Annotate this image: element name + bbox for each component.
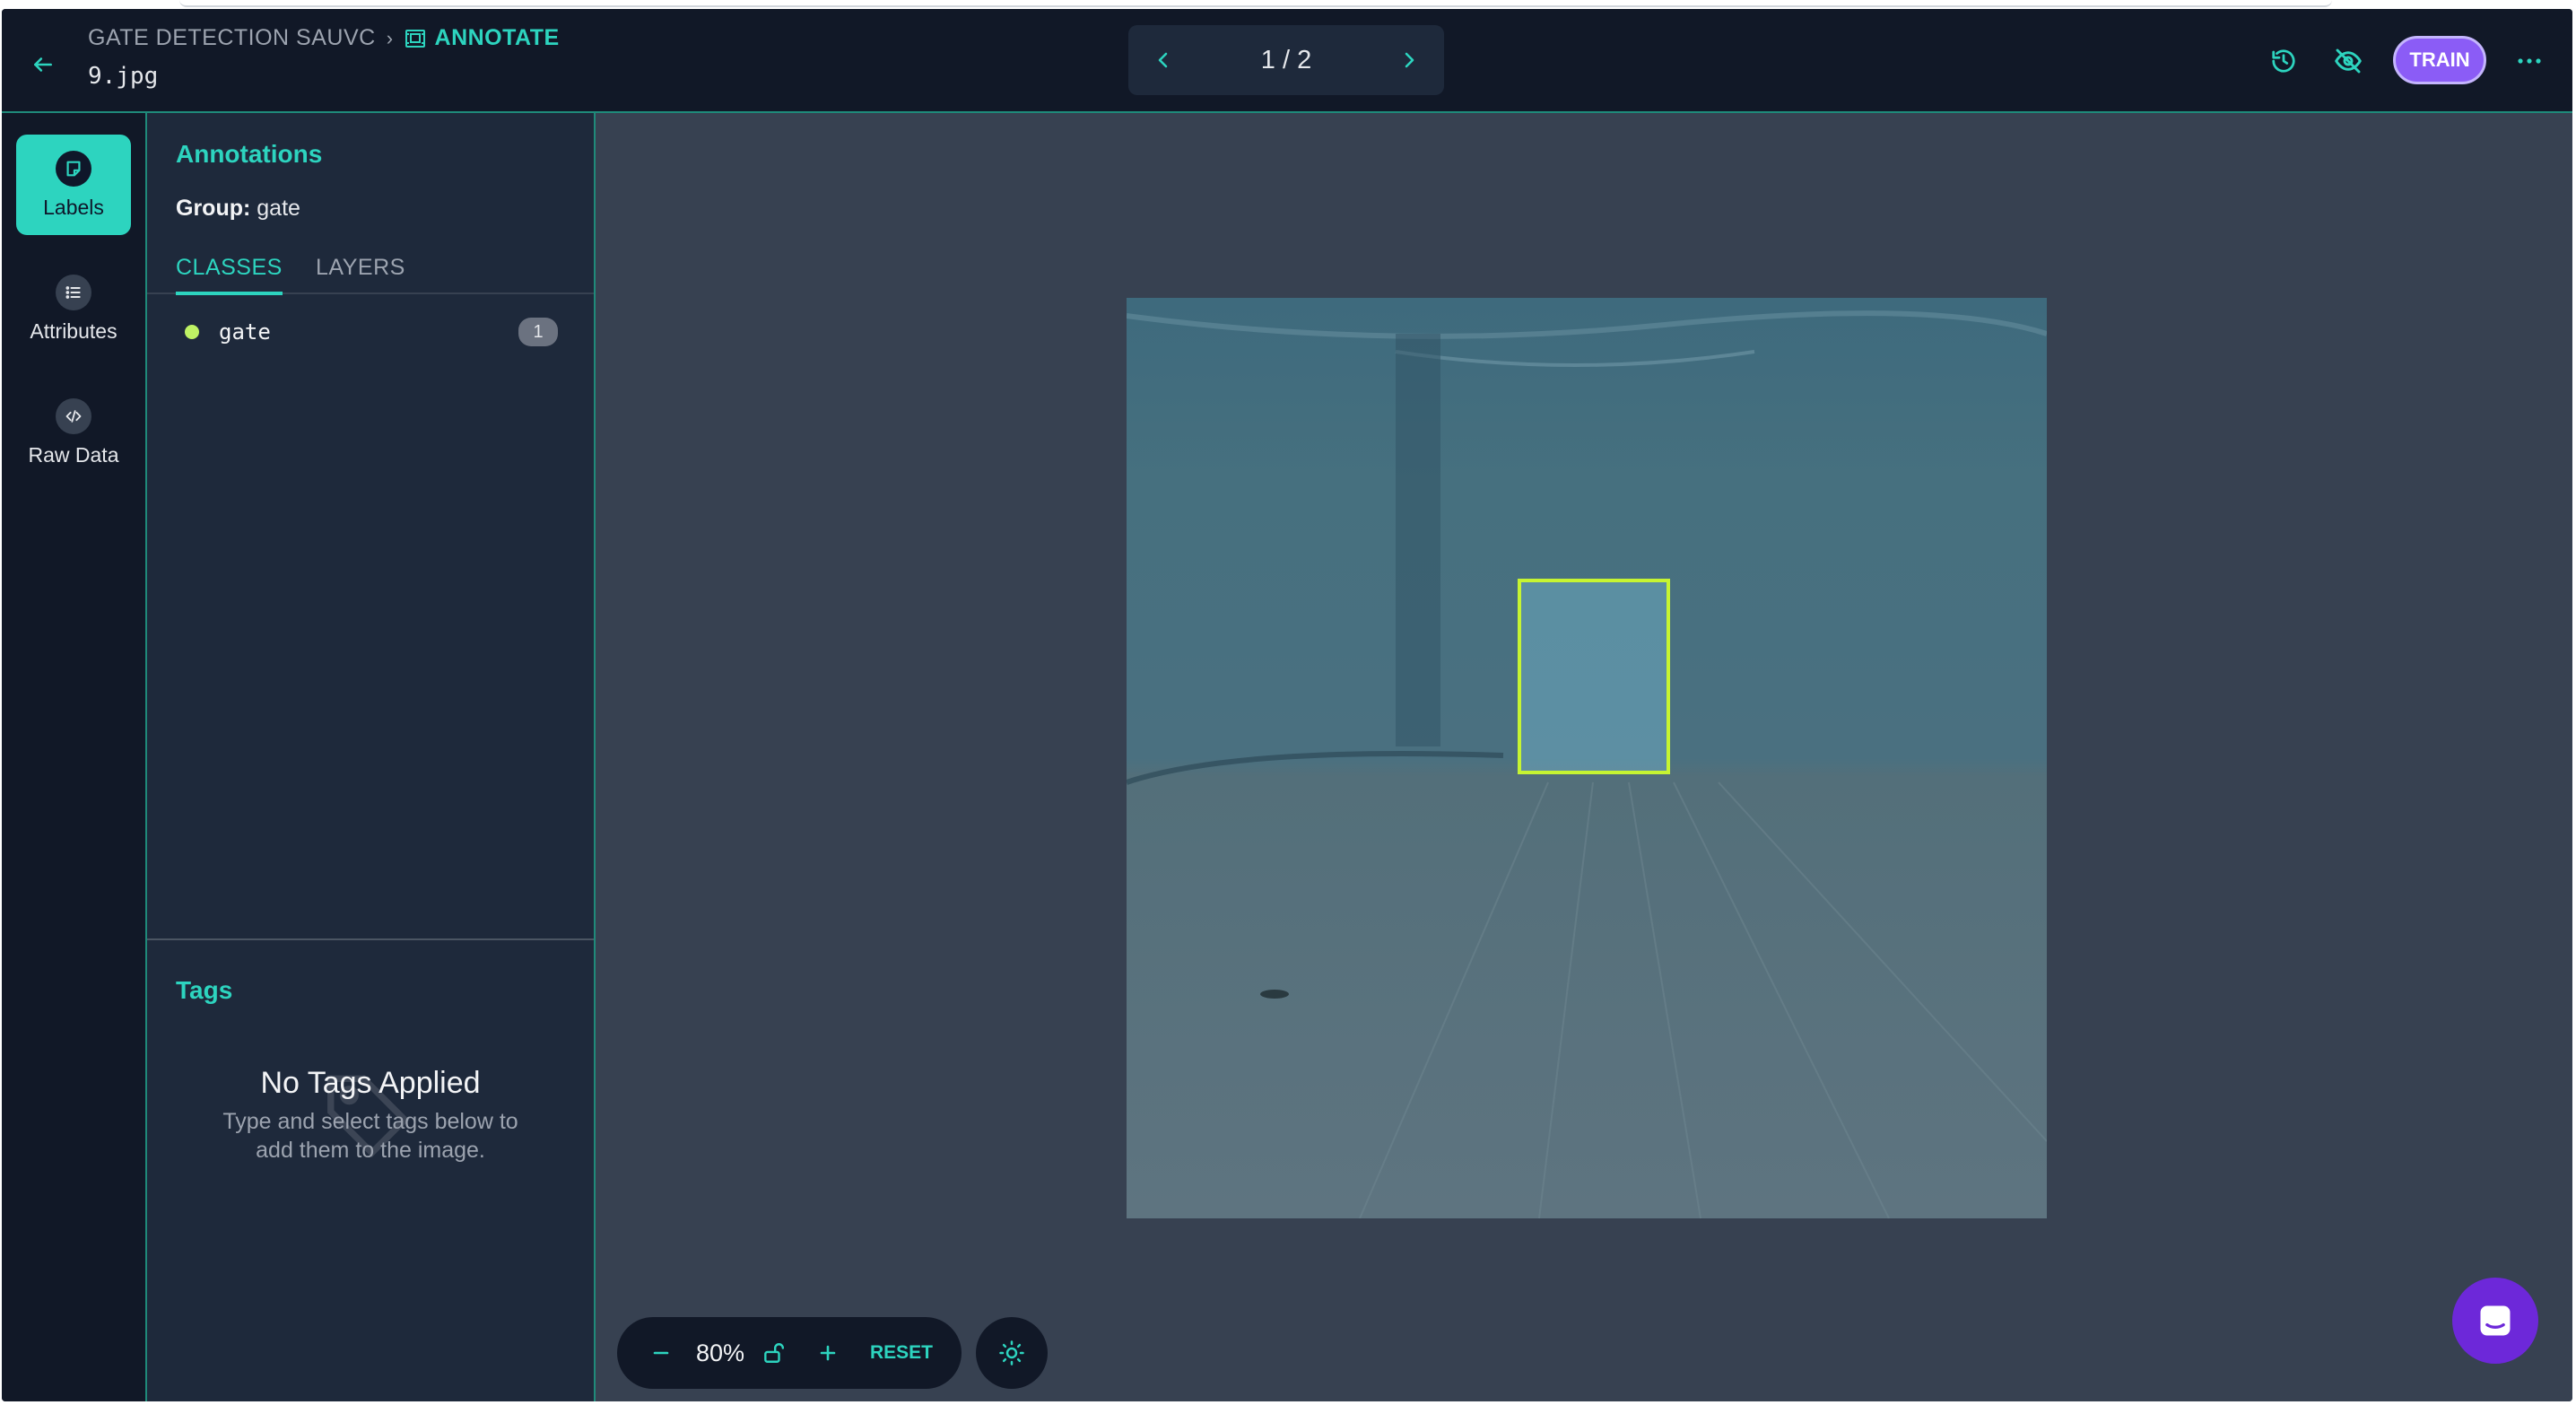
tags-section: Tags No Tags Applied Type and select tag… — [147, 938, 594, 1401]
lock-zoom-button[interactable] — [755, 1341, 791, 1365]
panel-title: Annotations — [176, 140, 323, 168]
reset-zoom-button[interactable]: RESET — [870, 1342, 933, 1364]
code-icon — [56, 397, 91, 434]
brightness-button[interactable] — [976, 1317, 1048, 1389]
eye-off-icon — [2335, 48, 2362, 74]
history-icon — [2272, 49, 2295, 73]
plus-icon — [820, 1345, 836, 1361]
breadcrumb-current: ANNOTATE — [405, 25, 560, 51]
chat-support-button[interactable] — [2452, 1278, 2538, 1364]
tab-classes[interactable]: CLASSES — [176, 255, 283, 295]
chat-icon — [2480, 1305, 2511, 1336]
rail-item-attributes[interactable]: Attributes — [16, 258, 131, 359]
zoom-toolbar: 80% RESET — [617, 1317, 962, 1389]
breadcrumb-current-label: ANNOTATE — [434, 25, 560, 50]
image-pager: 1 / 2 — [1128, 25, 1444, 95]
prev-image-button[interactable] — [1128, 25, 1198, 95]
sun-icon — [999, 1340, 1024, 1366]
breadcrumb: GATE DETECTION SAUVC › ANNOTATE — [88, 25, 560, 51]
sidebar-rail: Labels Attributes Raw Data — [2, 113, 147, 1401]
browser-top-edge — [179, 0, 2332, 7]
group-label: Group: — [176, 196, 251, 221]
panel-tabs: CLASSES LAYERS — [147, 248, 594, 295]
minus-icon — [653, 1351, 669, 1355]
annotated-image[interactable] — [1127, 298, 2047, 1218]
annotation-app: GATE DETECTION SAUVC › ANNOTATE 9.jpg 1 … — [2, 9, 2572, 1401]
tab-layers[interactable]: LAYERS — [316, 255, 405, 292]
list-icon — [56, 274, 91, 310]
top-header: GATE DETECTION SAUVC › ANNOTATE 9.jpg 1 … — [2, 9, 2572, 113]
history-button[interactable] — [2264, 41, 2303, 81]
rail-item-label: Labels — [43, 195, 104, 219]
annotations-panel: Annotations Group: gate CLASSES LAYERS g… — [147, 113, 596, 1401]
class-count-badge: 1 — [518, 318, 558, 346]
class-color-dot — [185, 325, 199, 339]
unlock-icon — [764, 1343, 785, 1363]
file-name: 9.jpg — [88, 63, 159, 90]
no-tags-description: Type and select tags below to add them t… — [222, 1109, 518, 1163]
more-options-button[interactable] — [2510, 41, 2549, 81]
rail-item-labels[interactable]: Labels — [16, 135, 131, 235]
rail-item-label: Attributes — [30, 319, 117, 343]
no-tags-title: No Tags Applied — [260, 1066, 481, 1100]
zoom-in-button[interactable] — [804, 1344, 852, 1362]
group-value: gate — [257, 196, 300, 221]
back-button[interactable] — [25, 47, 61, 83]
annotation-canvas[interactable]: 80% RESET — [596, 113, 2572, 1401]
chevron-right-icon — [1405, 52, 1414, 68]
class-item-gate[interactable]: gate 1 — [165, 312, 558, 352]
page-indicator: 1 / 2 — [1260, 45, 1312, 74]
bounding-box-gate[interactable] — [1518, 579, 1670, 774]
label-icon — [56, 150, 91, 187]
chevron-right-icon: › — [386, 26, 394, 49]
breadcrumb-project[interactable]: GATE DETECTION SAUVC — [88, 25, 376, 51]
annotate-icon — [405, 29, 425, 48]
train-button[interactable]: TRAIN — [2393, 36, 2486, 84]
group-info: Group: gate — [176, 196, 300, 222]
tags-title: Tags — [176, 976, 233, 1004]
rail-item-label: Raw Data — [28, 442, 119, 467]
next-image-button[interactable] — [1374, 25, 1444, 95]
rail-item-raw-data[interactable]: Raw Data — [16, 382, 131, 483]
chevron-left-icon — [1158, 52, 1168, 68]
arrow-left-icon — [34, 57, 52, 72]
zoom-out-button[interactable] — [637, 1345, 685, 1361]
more-horizontal-icon — [2518, 58, 2541, 64]
class-name: gate — [219, 319, 271, 345]
zoom-level: 80% — [695, 1339, 745, 1366]
toggle-visibility-button[interactable] — [2328, 41, 2368, 81]
